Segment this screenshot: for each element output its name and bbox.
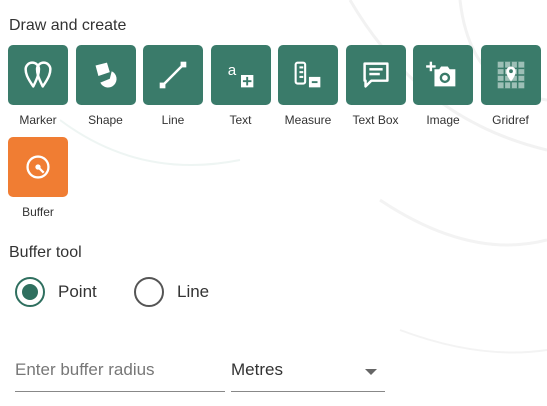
line-icon xyxy=(159,61,187,89)
measure-icon xyxy=(294,61,321,88)
buffer-button[interactable] xyxy=(8,137,68,197)
shape-icon xyxy=(95,62,117,88)
text-box-icon xyxy=(362,62,389,88)
tool-label: Shape xyxy=(88,113,123,127)
tool-text-box[interactable]: Text Box xyxy=(345,45,407,127)
unit-select-value: Metres xyxy=(231,360,283,379)
tool-label: Text xyxy=(229,113,252,127)
image-icon xyxy=(426,61,456,87)
buffer-radius-field[interactable] xyxy=(15,356,225,392)
tool-label: Marker xyxy=(19,113,57,127)
tool-measure[interactable]: Measure xyxy=(277,45,339,127)
marker-button[interactable] xyxy=(8,45,68,105)
radio-label: Line xyxy=(177,282,210,301)
tool-label: Line xyxy=(161,113,185,127)
text-button[interactable]: a xyxy=(210,45,271,105)
radio-circle[interactable] xyxy=(134,277,164,307)
tool-label: Text Box xyxy=(352,113,399,127)
chevron-down-icon xyxy=(365,369,377,375)
tool-label: Gridref xyxy=(492,113,529,127)
gridref-button[interactable] xyxy=(480,45,541,105)
marker-icon xyxy=(24,61,52,88)
tool-line[interactable]: Line xyxy=(142,45,204,127)
radio-line[interactable]: Line xyxy=(134,277,209,307)
radio-point[interactable]: Point xyxy=(15,277,97,307)
line-button[interactable] xyxy=(143,45,203,105)
text-icon: a xyxy=(227,62,253,88)
tool-marker[interactable]: Marker xyxy=(7,45,69,127)
tool-image[interactable]: Image xyxy=(412,45,474,127)
unit-select[interactable]: Metres xyxy=(231,356,385,392)
tool-label: Measure xyxy=(284,113,332,127)
radio-label: Point xyxy=(58,282,97,301)
buffer-tool-title: Buffer tool xyxy=(9,244,82,261)
tool-label: Image xyxy=(426,113,460,127)
tool-buffer[interactable]: Buffer xyxy=(7,137,69,219)
measure-button[interactable] xyxy=(278,45,338,105)
buffer-icon xyxy=(26,155,50,179)
tool-text[interactable]: a Text xyxy=(210,45,272,127)
buffer-radius-input[interactable] xyxy=(15,356,225,384)
svg-text:a: a xyxy=(227,62,236,79)
shape-button[interactable] xyxy=(75,45,136,105)
text-box-button[interactable] xyxy=(345,45,406,105)
panel-title: Draw and create xyxy=(9,17,127,34)
radio-circle-checked[interactable] xyxy=(15,277,45,307)
gridref-icon xyxy=(497,61,524,89)
tool-gridref[interactable]: Gridref xyxy=(480,45,542,127)
image-button[interactable] xyxy=(413,45,473,105)
tool-shape[interactable]: Shape xyxy=(75,45,137,127)
tool-label: Buffer xyxy=(22,205,54,219)
